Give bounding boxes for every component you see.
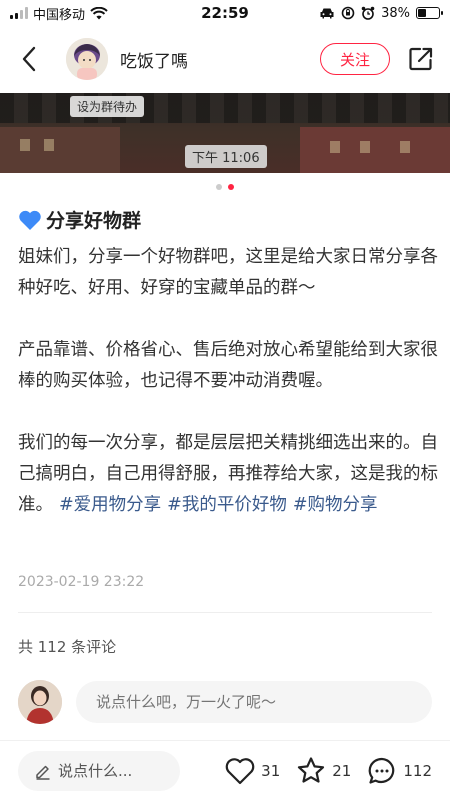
carousel-dots: [0, 184, 450, 190]
post-date: 2023-02-19 23:22: [18, 574, 145, 590]
carrier-label: 中国移动: [33, 7, 86, 23]
divider: [18, 612, 432, 613]
share-button[interactable]: [406, 44, 436, 74]
image-window: [360, 141, 370, 153]
comment-input-row: [18, 680, 432, 724]
post-title-text: 分享好物群: [46, 210, 142, 232]
like-button[interactable]: 31: [225, 757, 280, 785]
author-name[interactable]: 吃饭了嗎: [120, 47, 320, 72]
pencil-icon: [36, 765, 50, 780]
star-icon: [298, 757, 325, 783]
comment-bubble-icon: [368, 757, 395, 784]
action-group: 31 21 112: [225, 756, 432, 786]
status-left: 中国移动: [10, 4, 319, 23]
write-comment-label: 说点什么...: [58, 762, 133, 780]
comment-count: 共 112 条评论: [18, 638, 117, 656]
follow-button[interactable]: 关注: [320, 43, 390, 75]
hashtag-link[interactable]: #爱用物分享: [59, 495, 161, 515]
share-icon: [409, 47, 433, 71]
write-comment-button[interactable]: 说点什么...: [18, 750, 180, 791]
image-building-left: [0, 127, 120, 173]
current-user-avatar: [18, 680, 62, 724]
current-user-avatar-image: [18, 680, 62, 724]
post-paragraph: 我们的每一次分享，都是层层把关精挑细选出来的。自己搞明白，自己用得舒服，再推荐给…: [18, 428, 438, 521]
image-building-right: [300, 127, 450, 173]
favorite-button[interactable]: 21: [296, 756, 351, 785]
message-time-chip: 下午 11:06: [185, 145, 267, 168]
battery-percent: 38%: [381, 5, 410, 21]
blue-heart-icon: [19, 210, 41, 230]
alarm-icon: [361, 6, 375, 20]
post-body: 姐妹们，分享一个好物群吧，这里是给大家日常分享各种好吃、好用、好穿的宝藏单品的群…: [18, 242, 438, 521]
back-button[interactable]: [14, 44, 44, 74]
post-title: 分享好物群: [18, 206, 432, 233]
post-image-carousel[interactable]: 设为群待办 下午 11:06: [0, 93, 450, 173]
image-window: [20, 139, 30, 151]
comment-total: 112: [403, 761, 432, 780]
image-window: [400, 141, 410, 153]
status-bar: 中国移动 22:59 38%: [0, 0, 450, 26]
battery-icon: [416, 7, 443, 19]
rotation-lock-icon: [341, 6, 355, 20]
back-arrow-icon: [22, 46, 36, 72]
set-group-todo-chip: 设为群待办: [70, 96, 145, 117]
wifi-icon: [90, 6, 108, 19]
author-avatar[interactable]: [66, 38, 108, 80]
comment-button[interactable]: 112: [367, 756, 432, 786]
image-window: [44, 139, 54, 151]
heart-icon: [225, 757, 255, 784]
carousel-dot-active[interactable]: [228, 184, 234, 190]
favorite-count: 21: [332, 761, 352, 780]
status-right: 38%: [319, 5, 443, 21]
hashtag-link[interactable]: #购物分享: [293, 495, 378, 515]
image-roof-detail: [0, 93, 450, 123]
bottom-action-bar: 说点什么... 31 21 112: [0, 740, 450, 800]
signal-icon: [10, 7, 28, 19]
car-icon: [320, 8, 334, 19]
image-window: [330, 141, 340, 153]
post-paragraph: 产品靠谱、价格省心、售后绝对放心希望能给到大家很棒的购买体验，也记得不要冲动消费…: [18, 340, 438, 391]
carousel-dot[interactable]: [216, 184, 222, 190]
post-paragraph: 姐妹们，分享一个好物群吧，这里是给大家日常分享各种好吃、好用、好穿的宝藏单品的群…: [18, 247, 438, 298]
post-header: 吃饭了嗎 关注: [0, 30, 450, 88]
comment-input[interactable]: [76, 681, 432, 723]
author-avatar-image: [66, 38, 108, 80]
like-count: 31: [261, 761, 281, 780]
hashtag-link[interactable]: #我的平价好物: [167, 495, 287, 515]
